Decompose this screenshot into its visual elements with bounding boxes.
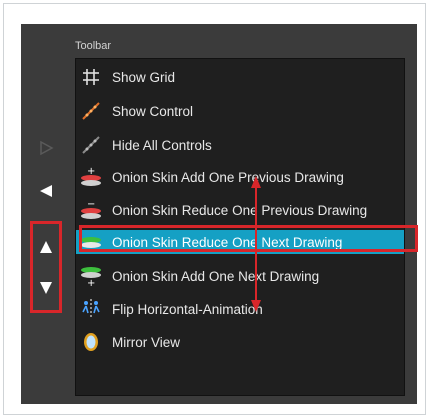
item-label: Flip Horizontal-Animation [112, 301, 263, 317]
panel-title: Toolbar [75, 40, 112, 52]
item-label: Mirror View [112, 334, 181, 350]
item-label: Hide All Controls [112, 137, 212, 153]
up-arrow-icon[interactable] [34, 235, 58, 259]
toolbar-item-list[interactable]: Show Grid Show Control Hide All Controls… [75, 58, 405, 396]
list-item[interactable]: Flip Horizontal-Animation [76, 297, 404, 321]
list-item[interactable]: Hide All Controls [76, 133, 404, 157]
onion-reduce-previous-icon: − [80, 199, 102, 221]
item-label: Onion Skin Add One Next Drawing [112, 268, 320, 284]
list-item[interactable]: Mirror View [76, 330, 404, 354]
toolbar-customize-panel: Toolbar Show Grid Show Control Hide All … [21, 24, 418, 404]
onion-add-next-icon: + [80, 265, 102, 287]
list-item[interactable]: Show Grid [76, 65, 404, 89]
reorder-arrow-icon [251, 176, 261, 312]
list-item[interactable]: + Onion Skin Add One Previous Drawing [76, 165, 404, 189]
mirror-view-icon [80, 331, 102, 353]
onion-reduce-next-icon [80, 231, 102, 253]
screenshot-frame: Toolbar Show Grid Show Control Hide All … [3, 3, 426, 415]
onion-add-previous-icon: + [80, 166, 102, 188]
left-arrow-icon[interactable] [34, 179, 58, 203]
item-label: Show Grid [112, 69, 176, 85]
list-item[interactable]: − Onion Skin Reduce One Previous Drawing [76, 198, 404, 222]
show-control-icon [80, 100, 102, 122]
item-label: Onion Skin Add One Previous Drawing [112, 169, 344, 185]
list-item-selected[interactable]: Onion Skin Reduce One Next Drawing [76, 230, 404, 254]
item-label: Onion Skin Reduce One Previous Drawing [112, 202, 368, 218]
grid-icon [80, 66, 102, 88]
hide-controls-icon [80, 134, 102, 156]
list-item[interactable]: + Onion Skin Add One Next Drawing [76, 264, 404, 288]
item-label: Show Control [112, 103, 194, 119]
down-arrow-icon[interactable] [34, 276, 58, 300]
item-label: Onion Skin Reduce One Next Drawing [112, 234, 343, 250]
flip-horizontal-icon [80, 298, 102, 320]
svg-text:+: + [87, 278, 95, 287]
right-arrow-icon[interactable] [34, 136, 58, 160]
list-item[interactable]: Show Control [76, 99, 404, 123]
